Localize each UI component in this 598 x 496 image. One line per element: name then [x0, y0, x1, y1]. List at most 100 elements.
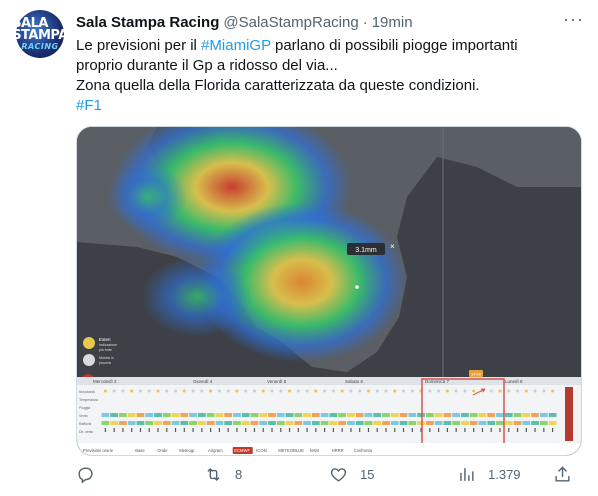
weather-icon — [165, 389, 169, 393]
gust-cell — [425, 421, 434, 425]
wind-cell — [145, 413, 154, 417]
bottom-menu-item[interactable]: Onde — [157, 448, 168, 453]
wind-cell — [548, 413, 557, 417]
wind-direction-mark — [332, 428, 334, 432]
weather-icon — [138, 389, 142, 393]
weather-icon — [524, 389, 528, 393]
text-segment: parlano di possibili piogge importanti — [270, 37, 518, 54]
weather-icon — [121, 389, 125, 393]
heart-icon — [330, 467, 347, 482]
hashtag-f1[interactable]: #F1 — [76, 97, 102, 114]
wind-cell — [487, 413, 496, 417]
more-options-icon[interactable]: ··· — [563, 10, 584, 28]
tweet-media-image[interactable]: 3.1mm × Esteri Indicazione più forte Mos… — [76, 126, 582, 456]
gust-cell — [434, 421, 443, 425]
row-label: Raffiche — [79, 422, 91, 426]
bottom-menu-item[interactable]: Base — [135, 448, 145, 453]
bottom-menu-item[interactable]: Previsioni orarie — [83, 448, 114, 453]
gust-cell — [443, 421, 452, 425]
wind-cell — [233, 413, 241, 417]
bottom-menu-item[interactable]: HRRR — [332, 448, 344, 453]
tweet-text-line-2: proprio durante il Gp a ridosso del via.… — [76, 57, 338, 74]
wind-direction-mark — [288, 428, 291, 432]
wind-direction-mark — [236, 428, 238, 432]
time-marker-label: 14:00 — [471, 372, 482, 377]
legend-line-2: più forte — [99, 348, 112, 352]
weather-icon — [410, 389, 414, 393]
author-name[interactable]: Sala Stampa Racing — [76, 14, 219, 31]
like-action[interactable]: 15 — [329, 465, 457, 484]
gust-cell — [399, 421, 408, 425]
weather-icon — [542, 389, 546, 393]
bottom-menu-item[interactable]: METEOBLUE — [278, 448, 304, 453]
tweet-card[interactable]: SALA STAMPA RACING Sala Stampa Racing @S… — [0, 0, 598, 496]
day-label[interactable]: Mercoledì 3 — [93, 379, 117, 384]
wind-cell — [154, 413, 162, 417]
wind-cell — [215, 413, 224, 417]
gust-cell — [162, 421, 171, 425]
gust-cell — [101, 421, 110, 425]
wind-cell — [496, 413, 504, 417]
reply-icon — [78, 466, 93, 483]
bottom-menu-item[interactable]: ECMWF — [234, 448, 250, 453]
gust-cell — [268, 421, 276, 425]
legend-title: Esteri — [99, 337, 111, 342]
bottom-menu-item[interactable]: ICON — [256, 448, 266, 453]
weather-icon — [402, 389, 406, 393]
weather-icon — [498, 389, 502, 393]
wind-cell — [268, 413, 276, 417]
tweet-actions: 8 15 1.379 — [76, 464, 586, 484]
map-close-icon[interactable]: × — [390, 242, 395, 251]
views-action[interactable]: 1.379 — [457, 465, 553, 484]
gust-cell — [180, 421, 189, 425]
share-action[interactable] — [553, 465, 573, 484]
day-label[interactable]: Sabato 6 — [345, 379, 364, 384]
gust-cell — [145, 421, 154, 425]
right-side-tab[interactable] — [565, 387, 573, 441]
day-label[interactable]: Giovedì 4 — [193, 379, 213, 384]
bottom-menu-item[interactable]: Confronta — [354, 448, 373, 453]
day-label[interactable]: Lunedì 8 — [505, 379, 523, 384]
legend-cloud-icon — [83, 354, 95, 366]
wind-cell — [294, 413, 303, 417]
retweet-action[interactable]: 8 — [204, 465, 329, 484]
gust-cell — [408, 421, 417, 425]
wind-direction-mark — [543, 428, 545, 432]
gust-cell — [224, 421, 233, 425]
wind-cell — [206, 413, 215, 417]
hashtag-miamigp[interactable]: #MiamiGP — [201, 37, 271, 54]
wind-direction-mark — [464, 428, 466, 432]
wind-cell — [408, 413, 417, 417]
weather-icon — [130, 389, 134, 393]
wind-cell — [180, 413, 189, 417]
map-tooltip-value: 3.1mm — [355, 247, 377, 254]
tweet-header: Sala Stampa Racing @SalaStampRacing · 19… — [76, 12, 413, 32]
tweet-text-line-4: #F1 — [76, 96, 586, 116]
bottom-menu-item[interactable]: Meteogr. — [179, 448, 195, 453]
wind-direction-mark — [262, 428, 264, 432]
text-segment: Le previsioni per il — [76, 37, 202, 54]
wind-cell — [136, 413, 145, 417]
bottom-menu-item[interactable]: Airgram — [208, 448, 223, 453]
wind-cell — [241, 413, 250, 417]
weather-icon — [261, 389, 265, 393]
wind-direction-mark — [297, 428, 299, 432]
wind-direction-mark — [148, 428, 150, 432]
weather-icon — [296, 389, 300, 393]
tweet-time[interactable]: 19min — [372, 14, 413, 31]
gust-cell — [513, 421, 522, 425]
weather-icon — [103, 389, 107, 393]
day-label[interactable]: Venerdì 5 — [267, 379, 287, 384]
weather-icon — [366, 389, 370, 393]
bottom-menu-item[interactable]: NAM — [310, 448, 320, 453]
wind-direction-mark — [499, 428, 501, 432]
wind-direction-mark — [552, 428, 554, 432]
reply-action[interactable] — [76, 465, 204, 484]
gust-cell — [469, 421, 478, 425]
tweet-text-line-1: Le previsioni per il #MiamiGP parlano di… — [76, 36, 586, 56]
weather-icon — [331, 389, 335, 393]
avatar[interactable]: SALA STAMPA RACING — [12, 10, 68, 58]
wind-direction-mark — [271, 428, 273, 432]
author-handle[interactable]: @SalaStampRacing — [223, 14, 358, 31]
wind-cell — [110, 413, 119, 417]
